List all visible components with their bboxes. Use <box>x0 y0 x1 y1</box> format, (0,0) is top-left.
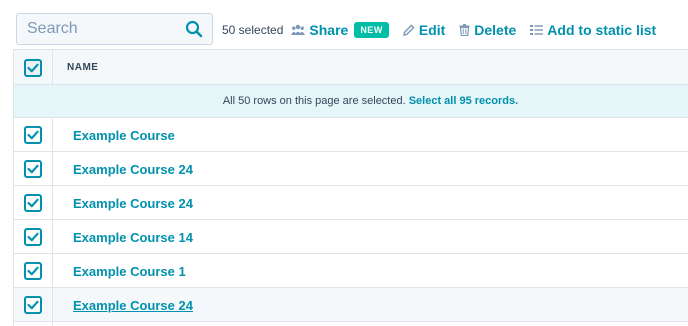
row-checkbox[interactable] <box>24 262 42 280</box>
row-check-cell <box>14 254 53 287</box>
row-checkbox[interactable] <box>24 160 42 178</box>
trash-icon <box>459 24 470 36</box>
toolbar: 50 selected Share NEW Edit <box>0 0 688 50</box>
checkmark-icon <box>27 232 39 242</box>
course-name-link[interactable]: Example Course <box>73 128 175 143</box>
row-check-cell <box>14 118 53 151</box>
checkmark-icon <box>27 198 39 208</box>
records-table: NAME All 50 rows on this page are select… <box>13 49 688 326</box>
row-check-cell <box>14 186 53 219</box>
bulk-actions: 50 selected Share NEW Edit Delete Add to… <box>222 20 670 40</box>
checkmark-icon <box>27 63 39 73</box>
table-header: NAME <box>13 49 688 85</box>
course-name-link[interactable]: Example Course 14 <box>73 230 193 245</box>
table-row: Example Course <box>13 118 688 152</box>
row-check-cell <box>14 152 53 185</box>
table-row: Example Course 1 <box>13 254 688 288</box>
select-all-checkbox[interactable] <box>24 59 42 77</box>
selected-count: 50 selected <box>222 23 284 37</box>
edit-button[interactable]: Edit <box>402 22 446 38</box>
row-checkbox[interactable] <box>24 296 42 314</box>
row-checkbox[interactable] <box>24 126 42 144</box>
search-box[interactable] <box>16 13 213 45</box>
row-check-cell <box>14 288 53 321</box>
table-row: Example Course 14 <box>13 220 688 254</box>
checkmark-icon <box>27 164 39 174</box>
search-icon[interactable] <box>185 20 203 38</box>
column-header-name[interactable]: NAME <box>67 62 98 73</box>
add-to-static-list-label: Add to static list <box>547 22 657 38</box>
selection-banner: All 50 rows on this page are selected. S… <box>13 85 688 118</box>
header-check-cell <box>14 50 53 84</box>
row-checkbox[interactable] <box>24 228 42 246</box>
row-check-cell <box>14 322 53 326</box>
row-checkbox[interactable] <box>24 194 42 212</box>
edit-label: Edit <box>418 22 446 38</box>
banner-text: All 50 rows on this page are selected. S… <box>53 95 688 107</box>
new-badge: NEW <box>354 22 389 38</box>
add-to-static-list-button[interactable]: Add to static list <box>530 22 656 38</box>
table-body: Example Course Example Course 24 Example C… <box>13 118 688 322</box>
checkmark-icon <box>27 130 39 140</box>
table-row: Example Course 24 <box>13 288 688 322</box>
course-name-link[interactable]: Example Course 1 <box>73 264 186 279</box>
course-name-link[interactable]: Example Course 24 <box>73 298 193 313</box>
share-label: Share <box>309 22 349 38</box>
banner-message: All 50 rows on this page are selected. <box>222 95 406 107</box>
search-input[interactable] <box>17 14 182 44</box>
table-row: Example Course 24 <box>13 152 688 186</box>
table-row-partial <box>13 322 688 326</box>
checkmark-icon <box>27 300 39 310</box>
share-button[interactable]: Share NEW <box>291 22 389 38</box>
checkmark-icon <box>27 266 39 276</box>
share-icon <box>291 24 306 35</box>
row-check-cell <box>14 220 53 253</box>
table-row: Example Course 24 <box>13 186 688 220</box>
list-icon <box>530 25 544 35</box>
select-all-records-link[interactable]: Select all 95 records. <box>409 95 518 107</box>
delete-label: Delete <box>474 22 517 38</box>
course-name-link[interactable]: Example Course 24 <box>73 162 193 177</box>
pencil-icon <box>402 24 415 36</box>
course-name-link[interactable]: Example Course 24 <box>73 196 193 211</box>
delete-button[interactable]: Delete <box>459 22 516 38</box>
